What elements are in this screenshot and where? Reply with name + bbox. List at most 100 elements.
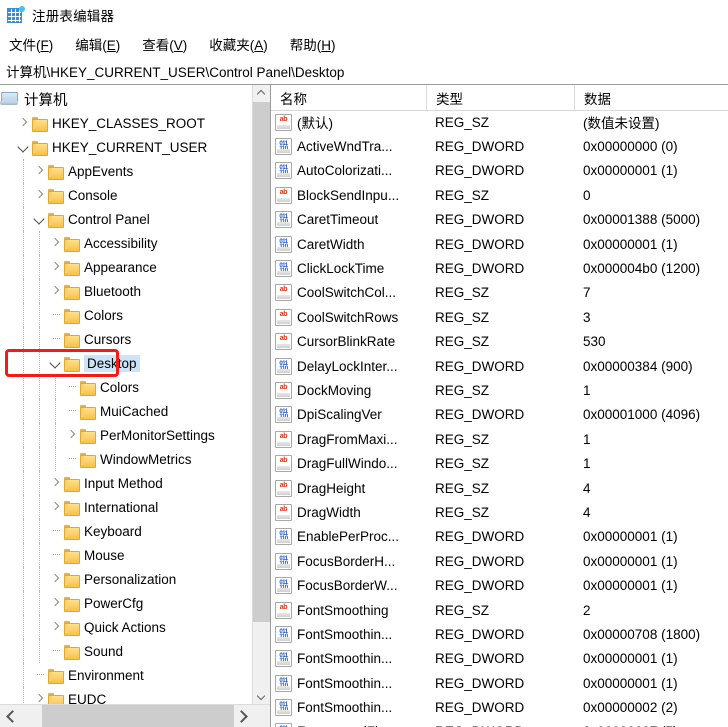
value-row[interactable]: ab DragFromMaxi... REG_SZ 1 [271, 427, 728, 451]
chevron-right-icon[interactable] [48, 231, 64, 255]
tree-vertical-scrollbar[interactable] [252, 85, 270, 705]
tree-item[interactable]: Appearance [0, 255, 253, 279]
tree-item[interactable]: 计算机 [0, 87, 253, 111]
value-row[interactable]: 011 110 ActiveWndTra... REG_DWORD 0x00000000… [271, 134, 728, 158]
tree-item[interactable]: Bluetooth [0, 279, 253, 303]
value-type-cell: REG_DWORD [426, 671, 574, 695]
chevron-right-icon[interactable] [48, 567, 64, 591]
value-row[interactable]: 011 110 DelayLockInter... REG_DWORD 0x000003… [271, 354, 728, 378]
value-row[interactable]: 011 110 FocusBorderH... REG_DWORD 0x00000001… [271, 549, 728, 573]
horizontal-scroll-thumb[interactable] [42, 705, 234, 727]
value-row[interactable]: ab DragFullWindo... REG_SZ 1 [271, 451, 728, 475]
chevron-right-icon[interactable] [48, 495, 64, 519]
tree-indent-guide [32, 303, 48, 327]
chevron-right-icon[interactable] [48, 255, 64, 279]
value-row[interactable]: 011 110 DpiScalingVer REG_DWORD 0x00001000 (… [271, 403, 728, 427]
chevron-right-icon[interactable] [16, 111, 32, 135]
tree-item[interactable]: Control Panel [0, 207, 253, 231]
tree-item[interactable]: PerMonitorSettings [0, 423, 253, 447]
value-row[interactable]: ab (默认) REG_SZ (数值未设置) [271, 110, 728, 134]
value-row[interactable]: 011 110 AutoColorizati... REG_DWORD 0x000000… [271, 159, 728, 183]
tree-item[interactable]: Cursors [0, 327, 253, 351]
tree-item[interactable]: Quick Actions [0, 615, 253, 639]
tree-item[interactable]: Colors [0, 375, 253, 399]
vertical-scroll-thumb[interactable] [253, 102, 270, 622]
chevron-down-icon[interactable] [48, 351, 64, 375]
tree-indent-guide [16, 495, 32, 519]
value-row[interactable]: 011 110 FontSmoothin... REG_DWORD 0x00000001… [271, 671, 728, 695]
value-row[interactable]: 011 110 FontSmoothin... REG_DWORD 0x00000002… [271, 695, 728, 719]
tree-item[interactable]: Colors [0, 303, 253, 327]
tree-item[interactable]: MuiCached [0, 399, 253, 423]
chevron-right-icon[interactable] [64, 423, 80, 447]
tree-item-selected[interactable]: Desktop [0, 351, 253, 375]
value-row[interactable]: 011 110 ClickLockTime REG_DWORD 0x000004b0 (… [271, 256, 728, 280]
tree-item[interactable]: PowerCfg [0, 591, 253, 615]
column-header-type[interactable]: 类型 [426, 85, 574, 110]
value-type-cell: REG_SZ [426, 110, 574, 134]
menu-item-5[interactable]: 帮助(H) [290, 34, 336, 54]
tree-item[interactable]: HKEY_CLASSES_ROOT [0, 111, 253, 135]
tree-item[interactable]: Mouse [0, 543, 253, 567]
menu-item-2[interactable]: 编辑(E) [75, 34, 120, 54]
chevron-right-icon[interactable] [48, 591, 64, 615]
tree-indent-guide [16, 567, 32, 591]
scroll-down-button[interactable] [253, 688, 270, 705]
scroll-right-button[interactable] [231, 705, 253, 727]
value-row[interactable]: 011 110 CaretTimeout REG_DWORD 0x00001388 (5… [271, 208, 728, 232]
tree-item[interactable]: HKEY_CURRENT_USER [0, 135, 253, 159]
address-bar[interactable]: 计算机\HKEY_CURRENT_USER\Control Panel\Desk… [0, 58, 728, 85]
scroll-left-button[interactable] [0, 705, 22, 727]
dword-value-icon: 011110 [275, 552, 292, 570]
value-row[interactable]: ab DragWidth REG_SZ 4 [271, 500, 728, 524]
chevron-right-icon[interactable] [32, 687, 48, 705]
tree-item[interactable]: Accessibility [0, 231, 253, 255]
scroll-up-button[interactable] [253, 85, 270, 102]
tree-item[interactable]: Personalization [0, 567, 253, 591]
tree-item[interactable]: AppEvents [0, 159, 253, 183]
value-row[interactable]: ab CoolSwitchCol... REG_SZ 7 [271, 281, 728, 305]
value-row[interactable]: 011 110 CaretWidth REG_DWORD 0x00000001 (1) [271, 232, 728, 256]
value-row[interactable]: 011 110 FocusBorderW... REG_DWORD 0x00000001… [271, 573, 728, 597]
tree-item[interactable]: International [0, 495, 253, 519]
value-data-cell: 0x00001388 (5000) [574, 208, 728, 232]
value-row[interactable]: ab FontSmoothing REG_SZ 2 [271, 598, 728, 622]
chevron-right-icon[interactable] [48, 615, 64, 639]
value-row[interactable]: ab CoolSwitchRows REG_SZ 3 [271, 305, 728, 329]
value-row[interactable]: 011 110 EnablePerProc... REG_DWORD 0x0000000… [271, 525, 728, 549]
value-data: 0x00000708 (1800) [583, 626, 701, 642]
chevron-down-icon[interactable] [32, 207, 48, 231]
folder-icon [64, 260, 80, 276]
menu-item-4[interactable]: 收藏夹(A) [209, 34, 268, 54]
column-header-name[interactable]: 名称 [271, 85, 426, 110]
value-row[interactable]: ab BlockSendInpu... REG_SZ 0 [271, 183, 728, 207]
tree-item[interactable]: Sound [0, 639, 253, 663]
value-row[interactable]: 011 110 FontSmoothin... REG_DWORD 0x00000001… [271, 647, 728, 671]
tree-item[interactable]: WindowMetrics [0, 447, 253, 471]
tree-item[interactable]: Environment [0, 663, 253, 687]
chevron-down-icon[interactable] [16, 135, 32, 159]
chevron-right-icon[interactable] [48, 279, 64, 303]
menu-item-3[interactable]: 查看(V) [142, 34, 187, 54]
value-row[interactable]: ab DragHeight REG_SZ 4 [271, 476, 728, 500]
tree-indent-guide [32, 519, 48, 543]
tree-item[interactable]: Input Method [0, 471, 253, 495]
tree-item[interactable]: Keyboard [0, 519, 253, 543]
value-row[interactable]: 011 110 FontSmoothin... REG_DWORD 0x00000708… [271, 622, 728, 646]
column-header-data[interactable]: 数据 [574, 85, 728, 110]
tree-indent-guide [32, 375, 48, 399]
chevron-right-icon[interactable] [48, 471, 64, 495]
value-type-cell: REG_DWORD [426, 232, 574, 256]
tree-item[interactable]: Console [0, 183, 253, 207]
value-row[interactable]: ab CursorBlinkRate REG_SZ 530 [271, 330, 728, 354]
tree-horizontal-scrollbar[interactable] [0, 704, 270, 727]
chevron-right-icon[interactable] [32, 159, 48, 183]
tree-item[interactable]: EUDC [0, 687, 253, 705]
menu-item-1[interactable]: 文件(F) [9, 34, 53, 54]
value-row[interactable]: ab DockMoving REG_SZ 1 [271, 378, 728, 402]
value-type: REG_SZ [435, 382, 490, 398]
chevron-right-icon[interactable] [32, 183, 48, 207]
value-name-cell: ab CoolSwitchRows [271, 305, 426, 329]
value-name-cell: 011 110 ClickLockTime [271, 256, 426, 280]
value-row[interactable]: 011110ForegroundFla...REG_DWORD0x0000000… [271, 720, 728, 727]
